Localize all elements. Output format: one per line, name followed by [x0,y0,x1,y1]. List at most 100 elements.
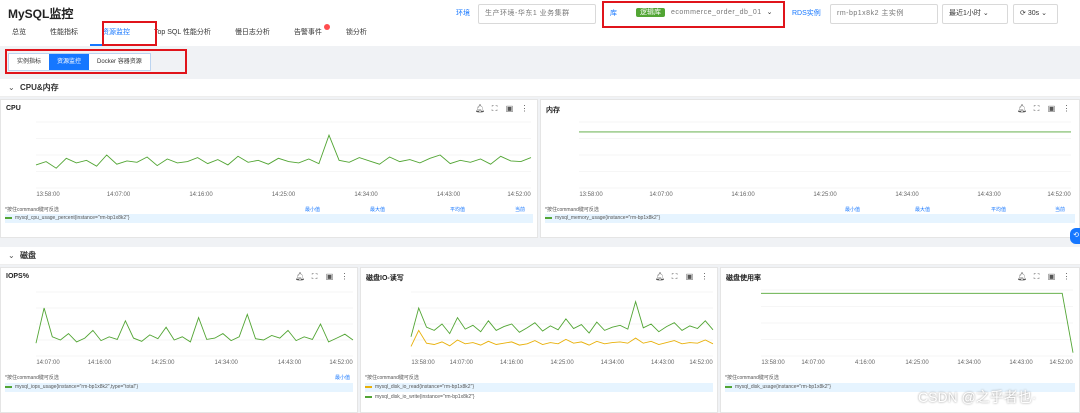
series-swatch [5,216,12,219]
db-select[interactable]: 逻辑库 ecommerce_order_db_01 ⌄ [630,4,780,24]
app-title: MySQL监控 [8,7,74,21]
highlight-box-subtab [5,49,187,74]
series-label: mysql_iops_usage{instance="rm-bp1x8k2",t… [15,384,139,390]
cpu-chart: 13:58:00 14:07:00 14:16:00 14:25:00 14:34:00… [35,121,531,198]
series-swatch [725,385,732,388]
series-label: mysql_cpu_usage_percent{instance="rm-bp1… [15,215,130,221]
legend-max[interactable]: 最大值 [915,206,930,213]
side-float-button[interactable]: ⟲ [1070,228,1080,244]
chevron-down-icon: ⌄ [982,10,989,17]
legend-min[interactable]: 最小值 [845,206,860,213]
series-line-0 [410,299,714,337]
legend-current[interactable]: 当前 [1055,206,1065,213]
x-tick-label: 14:16:00 [88,360,112,366]
rds-select[interactable]: rm-bp1x8k2 主实例 [830,4,938,24]
rds-value: rm-bp1x8k2 主实例 [837,10,904,17]
x-tick-label: 14:34:00 [601,360,625,366]
x-tick-label: 4:16:00 [855,360,876,366]
series-label: mysql_memory_usage{instance="rm-bp1x8k2"… [555,215,661,221]
x-tick-label: 14:52:00 [689,360,713,366]
tab-overview[interactable]: 总览 [0,22,38,46]
x-tick-label: 14:52:00 [1047,192,1071,198]
x-tick-label: 14:25:00 [272,192,296,198]
legend-row[interactable]: mysql_disk_io_read{instance="rm-bp1x8k2"… [365,383,713,392]
panel-memory: 内存 🔔︎ ⛶ ▣ ⋮ 13:58:00 14:07:00 14:16:00 14:2… [540,99,1080,238]
legend-current[interactable]: 当前 [515,206,525,213]
memory-chart: 13:58:00 14:07:00 14:16:00 14:25:00 14:34:00… [579,121,1071,198]
legend-hint: *按住command键可反选 [5,375,59,381]
legend-hint: *按住command键可反选 [365,375,419,381]
x-tick-label: 14:07:00 [801,360,825,366]
env-select[interactable]: 生产环境-华东1 业务集群 [478,4,596,24]
series-label: mysql_disk_usage{instance="rm-bp1x8k2"} [735,384,831,390]
iops-chart: 14:07:00 14:16:00 14:25:00 14:34:00 14:43:00… [35,291,354,366]
x-tick-label: 13:58:00 [36,192,60,198]
series-swatch [365,395,372,398]
x-tick-label: 13:58:00 [579,192,603,198]
x-tick-label: 14:52:00 [1049,360,1073,366]
series-swatch [545,216,552,219]
x-tick-label: 14:34:00 [215,360,239,366]
tab-performance[interactable]: 性能指标 [38,22,90,46]
x-tick-label: 14:43:00 [1009,360,1033,366]
x-tick-label: 14:07:00 [450,360,474,366]
x-tick-label: 14:07:00 [649,192,673,198]
x-tick-label: 14:52:00 [329,360,353,366]
alert-badge [323,24,330,30]
legend-min[interactable]: 最小值 [335,374,350,381]
legend-min[interactable]: 最小值 [305,206,320,213]
legend-avg[interactable]: 平均值 [450,206,465,213]
time-range-value: 最近1小时 [949,10,981,17]
db-value: ecommerce_order_db_01 [670,9,762,16]
x-tick-label: 14:16:00 [731,192,755,198]
series-swatch [365,385,372,388]
legend-row[interactable]: mysql_memory_usage{instance="rm-bp1x8k2"… [545,214,1075,223]
refresh-button[interactable]: ⟳ 30s ⌄ [1013,4,1058,24]
panel-disk-io: 磁盘IO-读写 🔔︎ ⛶ ▣ ⋮ 13:58:00 14:07:00 14:16:0… [360,267,718,413]
panel-cpu: CPU 🔔︎ ⛶ ▣ ⋮ 13:58:00 14:07:00 14:16:00 14:… [0,99,538,238]
section-disk[interactable]: ⌄ 磁盘 [0,247,1080,265]
series-line-1 [410,329,714,347]
legend-row[interactable]: mysql_cpu_usage_percent{instance="rm-bp1… [5,214,533,223]
panel-iops: IOPS% 🔔︎ ⛶ ▣ ⋮ 14:07:00 14:16:00 14:25:00 1… [0,267,358,413]
x-tick-label: 14:25:00 [550,360,574,366]
tab-alerts[interactable]: 告警事件 [282,22,334,46]
top-bar: MySQL监控 总览 性能指标 资源监控 Top SQL 性能分析 慢日志分析 … [0,0,1080,46]
main-tabs: 总览 性能指标 资源监控 Top SQL 性能分析 慢日志分析 告警事件 锁分析 [0,22,379,46]
x-tick-label: 14:43:00 [437,192,461,198]
x-tick-label: 14:07:00 [107,192,131,198]
legend-row[interactable]: mysql_disk_io_write{instance="rm-bp1x8k2… [365,393,713,402]
x-tick-label: 14:07:00 [36,360,60,366]
env-value: 生产环境-华东1 业务集群 [485,10,570,17]
x-tick-label: 14:25:00 [813,192,837,198]
x-tick-label: 13:58:00 [761,360,785,366]
tab-slow-log[interactable]: 慢日志分析 [223,22,282,46]
section-cpu-mem[interactable]: ⌄ CPU&内存 [0,79,1080,97]
legend-hint: *按住command键可反选 [725,375,779,381]
refresh-value: 30s [1027,10,1040,17]
x-tick-label: 14:43:00 [651,360,675,366]
highlight-box-tab [102,21,157,46]
tab-lock[interactable]: 锁分析 [334,22,379,46]
time-range-select[interactable]: 最近1小时 ⌄ [942,4,1008,24]
legend-avg[interactable]: 平均值 [991,206,1006,213]
chevron-down-icon: ⌄ [8,83,15,92]
chevron-down-icon: ⌄ [1041,10,1047,17]
x-tick-label: 14:25:00 [905,360,929,366]
series-label: mysql_disk_io_read{instance="rm-bp1x8k2"… [375,384,475,390]
x-tick-label: 14:43:00 [977,192,1001,198]
chevron-down-icon: ⌄ [8,251,15,260]
series-line-0 [35,307,354,344]
section-title: CPU&内存 [20,83,59,92]
disk-io-chart: 13:58:00 14:07:00 14:16:00 14:25:00 14:34:00… [410,291,714,366]
legend-hint: *按住command键可反选 [5,207,59,213]
series-label: mysql_disk_io_write{instance="rm-bp1x8k2… [375,394,475,400]
legend-max[interactable]: 最大值 [370,206,385,213]
x-tick-label: 14:16:00 [189,192,213,198]
rds-label: RDS实例 [792,10,821,17]
db-label: 库 [610,10,617,17]
x-tick-label: 14:52:00 [507,192,531,198]
legend-row[interactable]: mysql_iops_usage{instance="rm-bp1x8k2",t… [5,383,353,392]
chevron-down-icon: ⌄ [766,9,773,16]
x-tick-label: 14:34:00 [895,192,919,198]
